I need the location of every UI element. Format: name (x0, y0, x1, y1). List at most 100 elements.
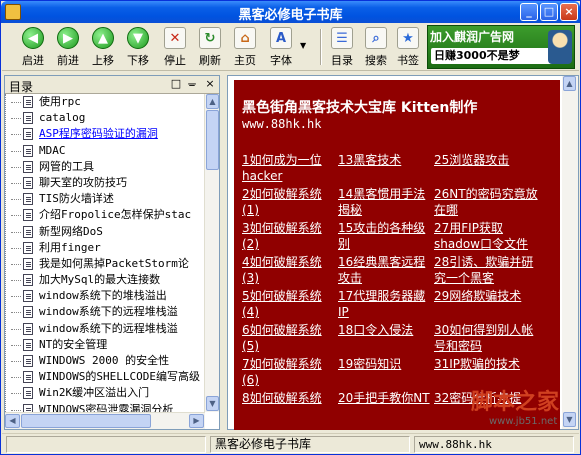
article-link-text: 28引诱、欺骗并研 (434, 255, 534, 269)
toc-item[interactable]: ASP程序密码验证的漏洞 (6, 126, 205, 142)
article-link[interactable]: 26NT的密码究竟放 在哪 (434, 186, 544, 218)
toc-item[interactable]: NT的安全管理 (6, 337, 205, 353)
toc-item[interactable]: MDAC (6, 143, 205, 159)
document-icon (23, 225, 33, 238)
document-icon (23, 274, 33, 287)
home-label: 主页 (234, 54, 256, 67)
watermark: 脚本之家 www.jb51.net (471, 384, 579, 430)
content-pane: 黑色街角黑客技术大宝库 Kitten制作 www.88hk.hk 1如何成为一位… (227, 75, 579, 430)
pane-menu-icon[interactable]: □ (169, 77, 183, 91)
home-icon: ⌂ (234, 27, 256, 49)
scroll-right-icon[interactable]: ▶ (189, 414, 204, 428)
bookmark-star-button[interactable]: ★ 书签 (391, 25, 425, 69)
toc-item[interactable]: 聊天室的攻防技巧 (6, 175, 205, 191)
document-icon (23, 371, 33, 384)
article-link-text: 1如何成为一位 (242, 153, 322, 167)
scroll-up-icon[interactable]: ▲ (206, 94, 219, 109)
scroll-thumb[interactable] (206, 110, 219, 170)
toc-item-label: window系统下的远程堆栈溢 (39, 321, 178, 335)
article-link[interactable]: 13黑客技术 (338, 152, 432, 168)
home-button[interactable]: ⌂ 主页 (228, 25, 262, 69)
article-link-text: 15攻击的各种级 (338, 221, 426, 235)
article-link[interactable]: 16经典黑客远程 攻击 (338, 254, 432, 286)
toc-item[interactable]: window系统下的远程堆栈溢 (6, 321, 205, 337)
toc-item[interactable]: 介绍Fropolice怎样保护stac (6, 207, 205, 223)
article-link[interactable]: 18口令入侵法 (338, 322, 432, 338)
toc-vertical-scrollbar[interactable]: ▲ ▼ (204, 94, 219, 412)
pin-icon[interactable]: ᚚ (185, 77, 199, 91)
article-link[interactable]: 27用FIP获取 shadow口令文件 (434, 220, 544, 252)
toc-item-label: 聊天室的攻防技巧 (39, 175, 127, 189)
forward-arrow-button[interactable]: ▶ 前进 (51, 25, 85, 69)
article-link[interactable]: 7如何破解系统 (6) (242, 356, 334, 388)
article-link[interactable]: 4如何破解系统 (3) (242, 254, 334, 286)
article-link[interactable]: 14黑客惯用手法 揭秘 (338, 186, 432, 218)
article-link[interactable]: 5如何破解系统 (4) (242, 288, 334, 320)
article-link-text: 8如何破解系统 (242, 391, 322, 405)
article-link[interactable]: 31IP欺骗的技术 (434, 356, 544, 372)
toc-item[interactable]: 加大MySql的最大连接数 (6, 272, 205, 288)
article-link[interactable]: 8如何破解系统 (242, 390, 334, 406)
back-arrow-button[interactable]: ◀ 启进 (16, 25, 50, 69)
h-scroll-thumb[interactable] (21, 414, 151, 428)
article-link[interactable]: 19密码知识 (338, 356, 432, 372)
down-arrow-button[interactable]: ▼ 下移 (121, 25, 155, 69)
article-link[interactable]: 3如何破解系统 (2) (242, 220, 334, 252)
article-link[interactable]: 25浏览器攻击 (434, 152, 544, 168)
toc-item-label: ASP程序密码验证的漏洞 (39, 127, 158, 141)
toc-item[interactable]: WINDOWS密码泄露漏洞分析 (6, 402, 205, 412)
scroll-down-icon[interactable]: ▼ (206, 396, 219, 411)
article-link-text: hacker (242, 169, 283, 183)
toc-item[interactable]: 新型网络DoS (6, 224, 205, 240)
toc-item[interactable]: WINDOWS的SHELLCODE编写高级 (6, 369, 205, 385)
content-scroll-up-icon[interactable]: ▲ (563, 76, 576, 91)
ad-banner[interactable]: 加入麒润广告网 日赚3000不是梦 (427, 25, 575, 69)
font-button[interactable]: A 字体 (264, 25, 298, 69)
article-link[interactable]: 20手把手教你NT (338, 390, 432, 406)
toc-item-label: 使用rpc (39, 95, 81, 108)
article-link[interactable]: 1如何成为一位 hacker (242, 152, 334, 184)
article-link-text: 13黑客技术 (338, 153, 402, 167)
stop-button[interactable]: ✕ 停止 (158, 25, 192, 69)
search-button[interactable]: ⌕ 搜索 (359, 25, 393, 69)
close-button[interactable]: × (560, 3, 578, 21)
article-link[interactable]: 15攻击的各种级别 (338, 220, 432, 252)
refresh-button[interactable]: ↻ 刷新 (193, 25, 227, 69)
toc-horizontal-scrollbar[interactable]: ◀ ▶ (5, 412, 205, 429)
toc-item[interactable]: Win2K缓冲区溢出入门 (6, 385, 205, 401)
article-link[interactable]: 17代理服务器藏 IP (338, 288, 432, 320)
toc-button[interactable]: ☰ 目录 (325, 25, 359, 69)
minimize-button[interactable]: _ (520, 3, 538, 21)
toc-item[interactable]: 利用finger (6, 240, 205, 256)
toc-item[interactable]: TIS防火墙详述 (6, 191, 205, 207)
maximize-button[interactable]: □ (540, 3, 558, 21)
scroll-left-icon[interactable]: ◀ (5, 414, 20, 428)
toc-item[interactable]: catalog (6, 110, 205, 126)
article-link-text: (3) (242, 271, 259, 285)
article-link[interactable]: 30如何得到别人帐 号和密码 (434, 322, 544, 354)
document-icon (23, 355, 33, 367)
toc-item[interactable]: 使用rpc (6, 94, 205, 110)
toc-item[interactable]: 我是如何黑掉PacketStorm论 (6, 256, 205, 272)
content-scrollbar[interactable]: ▲ ▼ (562, 76, 578, 429)
article-link-text: IP (338, 305, 349, 319)
close-pane-icon[interactable]: × (203, 77, 217, 91)
article-link[interactable]: 28引诱、欺骗并研 究一个黑客 (434, 254, 544, 286)
toc-item-label: window系统下的堆栈溢出 (39, 289, 167, 303)
article-link[interactable]: 2如何破解系统 (1) (242, 186, 334, 218)
document-icon (23, 387, 33, 400)
article-link-text: 5如何破解系统 (242, 289, 322, 303)
toc-item-label: WINDOWS的SHELLCODE编写高级 (39, 370, 200, 384)
toc-item[interactable]: window系统下的堆栈溢出 (6, 288, 205, 304)
font-icon: A (270, 27, 292, 49)
article-link[interactable]: 29网络欺骗技术 (434, 288, 544, 304)
toc-item[interactable]: window系统下的远程堆栈溢 (6, 304, 205, 320)
toc-item[interactable]: WINDOWS 2000 的安全性 (6, 353, 205, 369)
article-link[interactable]: 6如何破解系统 (5) (242, 322, 334, 354)
toc-item[interactable]: 网管的工具 (6, 159, 205, 175)
title-bar[interactable]: 黑客必修电子书库 _ □ × (1, 1, 580, 23)
font-dropdown-icon[interactable]: ▼ (300, 41, 306, 50)
stop-label: 停止 (164, 54, 186, 67)
up-arrow-button[interactable]: ▲ 上移 (86, 25, 120, 69)
page-url: www.88hk.hk (242, 117, 322, 131)
